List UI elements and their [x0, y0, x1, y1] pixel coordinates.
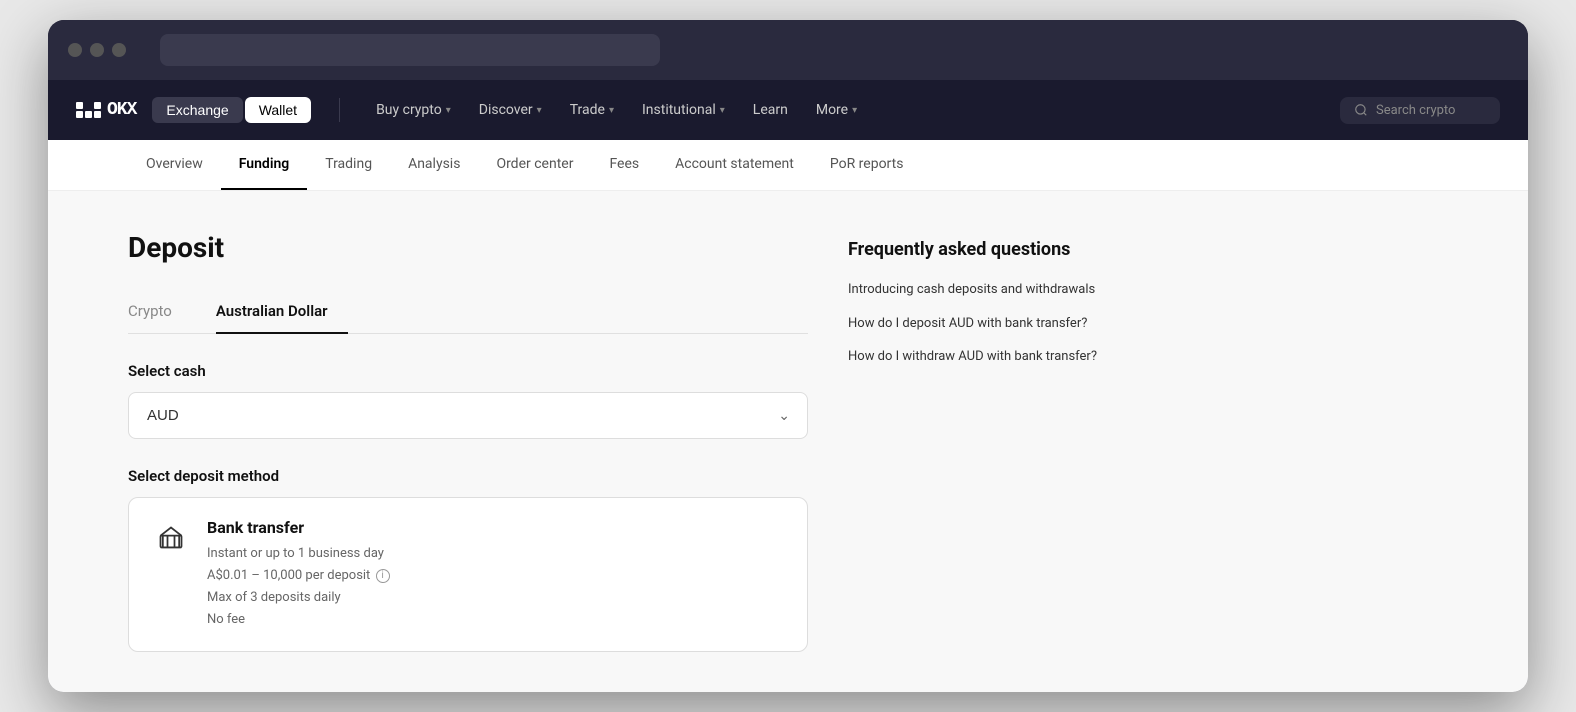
deposit-tab-crypto[interactable]: Crypto: [128, 292, 192, 334]
select-cash-section: Select cash AUD ⌄: [128, 362, 808, 439]
deposit-tab-aud[interactable]: Australian Dollar: [216, 292, 348, 334]
browser-content: OKX Exchange Wallet Buy crypto ▾ Discove…: [48, 80, 1528, 692]
faq-item-1[interactable]: Introducing cash deposits and withdrawal…: [848, 280, 1128, 300]
browser-window: OKX Exchange Wallet Buy crypto ▾ Discove…: [48, 20, 1528, 692]
nav-switch-buttons: Exchange Wallet: [152, 97, 311, 123]
subnav-order-center[interactable]: Order center: [478, 140, 591, 190]
faq-item-2[interactable]: How do I deposit AUD with bank transfer?: [848, 314, 1128, 334]
method-line-3: Max of 3 deposits daily: [207, 587, 390, 609]
chevron-down-icon: ▾: [446, 105, 451, 116]
chevron-down-icon: ▾: [609, 105, 614, 116]
nav-trade[interactable]: Trade ▾: [558, 96, 626, 124]
bank-transfer-card[interactable]: Bank transfer Instant or up to 1 busines…: [128, 497, 808, 652]
subnav-trading[interactable]: Trading: [307, 140, 390, 190]
exchange-button[interactable]: Exchange: [152, 97, 242, 123]
faq-item-3[interactable]: How do I withdraw AUD with bank transfer…: [848, 347, 1128, 367]
search-icon: [1354, 103, 1368, 117]
search-placeholder: Search crypto: [1376, 103, 1455, 118]
method-details: Bank transfer Instant or up to 1 busines…: [207, 518, 390, 631]
traffic-light-maximize[interactable]: [112, 43, 126, 57]
nav-learn[interactable]: Learn: [741, 96, 800, 124]
logo-sq-1: [76, 102, 83, 109]
deposit-method-label: Select deposit method: [128, 467, 808, 485]
subnav-por-reports[interactable]: PoR reports: [812, 140, 922, 190]
content-area: Deposit Crypto Australian Dollar Select …: [128, 231, 808, 652]
nav-discover[interactable]: Discover ▾: [467, 96, 554, 124]
nav-institutional[interactable]: Institutional ▾: [630, 96, 737, 124]
method-info: Instant or up to 1 business day A$0.01 –…: [207, 543, 390, 631]
subnav-analysis[interactable]: Analysis: [390, 140, 478, 190]
subnav-account-statement[interactable]: Account statement: [657, 140, 812, 190]
search-box[interactable]: Search crypto: [1340, 97, 1500, 124]
info-icon[interactable]: i: [376, 569, 390, 583]
okx-logo: OKX: [76, 100, 136, 120]
logo-label: OKX: [107, 100, 136, 120]
logo-sq-5: [85, 111, 92, 118]
deposit-tabs: Crypto Australian Dollar: [128, 292, 808, 334]
nav-buy-crypto[interactable]: Buy crypto ▾: [364, 96, 463, 124]
subnav-overview[interactable]: Overview: [128, 140, 221, 190]
faq-title: Frequently asked questions: [848, 239, 1128, 260]
logo-sq-2: [85, 102, 92, 109]
method-line-1: Instant or up to 1 business day: [207, 543, 390, 565]
bank-icon: [153, 520, 189, 556]
logo-sq-6: [94, 111, 101, 118]
nav-divider: [339, 98, 340, 122]
browser-chrome: [48, 20, 1528, 80]
logo-sq-3: [94, 102, 101, 109]
currency-select-wrapper: AUD ⌄: [128, 392, 808, 439]
currency-select[interactable]: AUD: [128, 392, 808, 439]
main-content: Deposit Crypto Australian Dollar Select …: [48, 191, 1528, 692]
faq-area: Frequently asked questions Introducing c…: [848, 231, 1128, 652]
chevron-down-icon: ▾: [852, 105, 857, 116]
method-title: Bank transfer: [207, 518, 390, 537]
navbar: OKX Exchange Wallet Buy crypto ▾ Discove…: [48, 80, 1528, 140]
wallet-button[interactable]: Wallet: [245, 97, 311, 123]
logo-sq-4: [76, 111, 83, 118]
deposit-method-section: Select deposit method: [128, 467, 808, 652]
traffic-light-close[interactable]: [68, 43, 82, 57]
method-line-4: No fee: [207, 609, 390, 631]
address-bar[interactable]: [160, 34, 660, 66]
bank-building-icon: [157, 524, 185, 552]
logo-squares: [76, 102, 101, 118]
method-line-2: A$0.01 – 10,000 per deposit i: [207, 565, 390, 587]
page-title: Deposit: [128, 231, 808, 264]
traffic-lights: [68, 43, 126, 57]
select-cash-label: Select cash: [128, 362, 808, 380]
subnav-funding[interactable]: Funding: [221, 140, 307, 190]
chevron-down-icon: ▾: [537, 105, 542, 116]
subnav: Overview Funding Trading Analysis Order …: [48, 140, 1528, 191]
traffic-light-minimize[interactable]: [90, 43, 104, 57]
nav-more[interactable]: More ▾: [804, 96, 869, 124]
subnav-fees[interactable]: Fees: [591, 140, 657, 190]
nav-items: Buy crypto ▾ Discover ▾ Trade ▾ Institut…: [364, 96, 1324, 124]
chevron-down-icon: ▾: [720, 105, 725, 116]
